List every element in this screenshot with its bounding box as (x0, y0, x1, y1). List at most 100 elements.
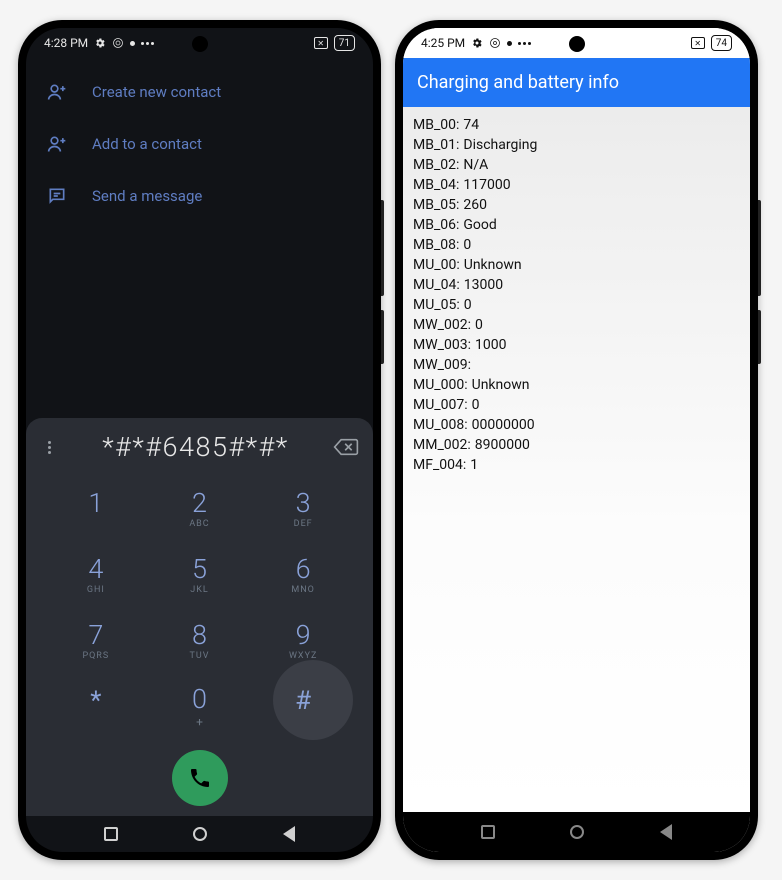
power-button (758, 310, 761, 364)
info-row: MU_05:0 (413, 295, 740, 315)
person-add-icon (46, 134, 68, 154)
nav-back-icon[interactable] (283, 826, 295, 842)
info-row: MU_000:Unknown (413, 375, 740, 395)
key-2[interactable]: 2ABC (148, 476, 252, 542)
info-value: Unknown (472, 375, 530, 395)
info-row: MF_004:1 (413, 455, 740, 475)
info-value: 260 (463, 195, 487, 215)
info-row: MB_05:260 (413, 195, 740, 215)
add-to-contact-row[interactable]: Add to a contact (26, 118, 373, 170)
backspace-button[interactable] (333, 437, 359, 457)
info-value: 0 (464, 295, 472, 315)
page-title: Charging and battery info (403, 58, 750, 107)
nav-bar (403, 812, 750, 852)
info-key: MU_008: (413, 415, 468, 435)
info-value: 00000000 (472, 415, 535, 435)
gear-icon (489, 37, 501, 49)
info-key: MU_05: (413, 295, 460, 315)
info-row: MB_00:74 (413, 115, 740, 135)
dial-input[interactable]: *#*#6485#*#* (58, 431, 333, 463)
more-dots-icon (141, 42, 154, 45)
kebab-menu-icon[interactable] (40, 441, 58, 454)
send-message-row[interactable]: Send a message (26, 170, 373, 222)
dialer-panel: *#*#6485#*#* 1 2ABC 3DEF 4GHI 5JKL 6MNO … (26, 418, 373, 816)
info-row: MU_008:00000000 (413, 415, 740, 435)
info-key: MU_000: (413, 375, 468, 395)
key-3[interactable]: 3DEF (251, 476, 355, 542)
circle-icon (507, 41, 512, 46)
empty-area (26, 230, 373, 418)
info-key: MU_00: (413, 255, 460, 275)
key-0[interactable]: 0+ (148, 674, 252, 740)
settings-icon (94, 37, 106, 49)
key-star[interactable]: * (44, 674, 148, 740)
keypad: 1 2ABC 3DEF 4GHI 5JKL 6MNO 7PQRS 8TUV 9W… (26, 476, 373, 740)
phone-frame-left: 4:28 PM ✕ 71 (18, 20, 381, 860)
info-row: MB_06:Good (413, 215, 740, 235)
key-6[interactable]: 6MNO (251, 542, 355, 608)
info-value: 8900000 (475, 435, 530, 455)
battery-indicator: 71 (334, 35, 355, 51)
key-1[interactable]: 1 (44, 476, 148, 542)
key-4[interactable]: 4GHI (44, 542, 148, 608)
info-key: MB_02: (413, 155, 459, 175)
battery-level: 74 (716, 38, 727, 49)
info-key: MU_007: (413, 395, 468, 415)
battery-level: 71 (339, 38, 350, 49)
info-row: MU_007:0 (413, 395, 740, 415)
info-value: 0 (463, 235, 471, 255)
key-5[interactable]: 5JKL (148, 542, 252, 608)
info-key: MB_00: (413, 115, 459, 135)
nav-back-icon[interactable] (660, 824, 672, 840)
info-row: MB_04:117000 (413, 175, 740, 195)
info-key: MB_01: (413, 135, 459, 155)
info-row: MU_00:Unknown (413, 255, 740, 275)
info-value: 1000 (475, 335, 506, 355)
power-button (381, 310, 384, 364)
add-to-contact-label: Add to a contact (92, 135, 202, 153)
info-row: MW_003:1000 (413, 335, 740, 355)
info-key: MB_05: (413, 195, 459, 215)
info-value: Discharging (463, 135, 537, 155)
info-value: N/A (463, 155, 488, 175)
call-button[interactable] (172, 750, 228, 806)
key-9[interactable]: 9WXYZ (251, 608, 355, 674)
nav-home-icon[interactable] (570, 825, 584, 839)
volume-button (758, 200, 761, 296)
info-row: MM_002:8900000 (413, 435, 740, 455)
info-value: 74 (463, 115, 479, 135)
info-key: MW_003: (413, 335, 471, 355)
message-icon (46, 186, 68, 206)
dial-input-row: *#*#6485#*#* (26, 418, 373, 476)
call-row (26, 740, 373, 812)
battery-indicator: 74 (711, 35, 732, 51)
nav-bar (26, 816, 373, 852)
more-dots-icon (518, 42, 531, 45)
settings-icon (471, 37, 483, 49)
info-value: Unknown (464, 255, 522, 275)
key-8[interactable]: 8TUV (148, 608, 252, 674)
no-sim-icon: ✕ (691, 37, 705, 49)
info-row: MW_002:0 (413, 315, 740, 335)
info-value: Good (463, 215, 496, 235)
phone-frame-right: 4:25 PM ✕ 74 Charging and battery info M… (395, 20, 758, 860)
volume-button (381, 200, 384, 296)
info-key: MB_08: (413, 235, 459, 255)
info-value: 0 (472, 395, 480, 415)
circle-icon (130, 41, 135, 46)
status-time: 4:28 PM (44, 36, 88, 50)
screen-dialer: 4:28 PM ✕ 71 (26, 28, 373, 852)
send-message-label: Send a message (92, 187, 202, 205)
battery-info-list[interactable]: MB_00:74MB_01:DischargingMB_02:N/AMB_04:… (403, 107, 750, 812)
info-value: 0 (475, 315, 483, 335)
nav-recent-icon[interactable] (481, 825, 495, 839)
create-contact-row[interactable]: Create new contact (26, 66, 373, 118)
info-key: MU_04: (413, 275, 460, 295)
nav-recent-icon[interactable] (104, 827, 118, 841)
info-key: MF_004: (413, 455, 466, 475)
key-hash[interactable]: # (251, 674, 355, 740)
key-7[interactable]: 7PQRS (44, 608, 148, 674)
no-sim-icon: ✕ (314, 37, 328, 49)
nav-home-icon[interactable] (193, 827, 207, 841)
info-row: MB_08:0 (413, 235, 740, 255)
